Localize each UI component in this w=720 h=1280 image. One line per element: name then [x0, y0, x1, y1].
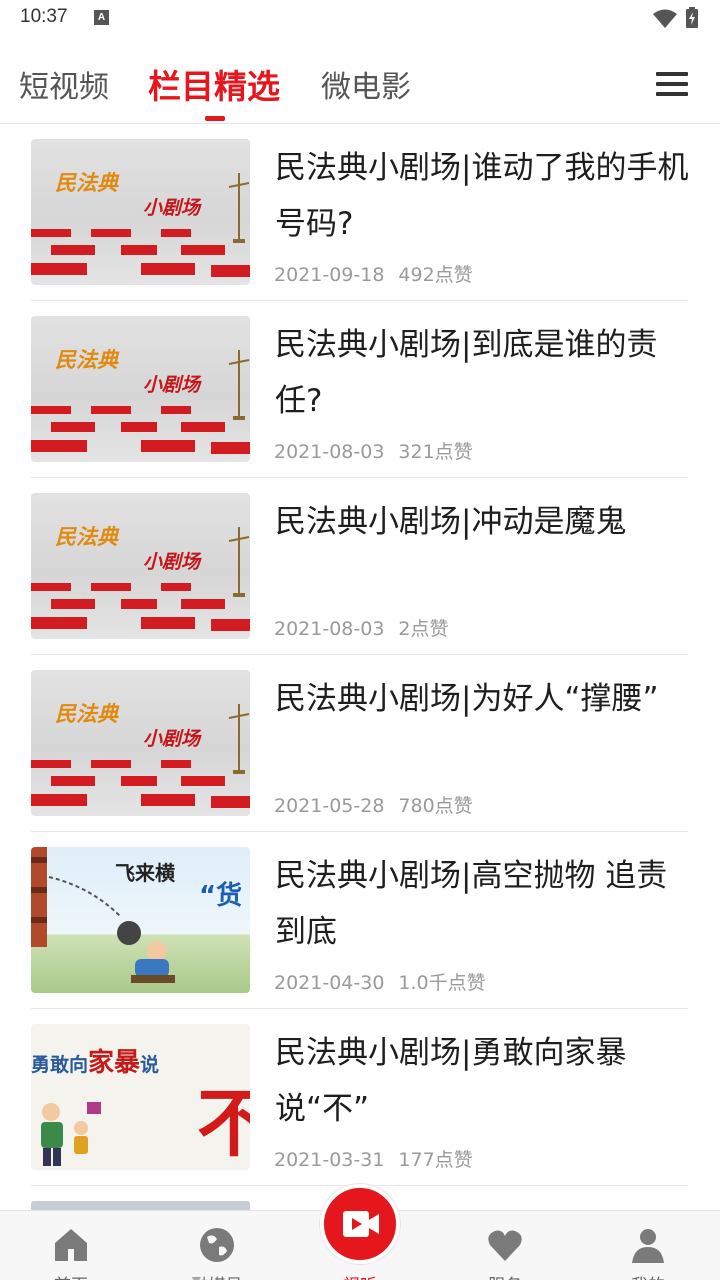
cartoon-illustration [41, 1102, 101, 1166]
thumbnail-text: 民法典 [55, 702, 118, 726]
video-thumbnail[interactable]: 民法典 小剧场 [31, 493, 250, 639]
video-date: 2021-05-28 [274, 795, 385, 817]
list-item[interactable]: 民法典 小剧场 民法典小剧场|冲动是魔鬼 2021-08-03 2点赞 [31, 478, 688, 655]
list-item[interactable]: 勇敢向家暴说 不 民法典小剧场|勇敢向家暴说“不” 2021-03-31 177点… [31, 1009, 688, 1186]
notification-icon: A [94, 10, 109, 25]
video-likes: 1.0千点赞 [398, 972, 486, 994]
video-date: 2021-03-31 [274, 1149, 385, 1171]
list-item[interactable]: 民法典 小剧场 民法典小剧场|谁动了我的手机号码? 2021-09-18 492点… [31, 124, 688, 301]
user-icon [632, 1229, 664, 1263]
video-meta: 2021-03-31 177点赞 [274, 1145, 487, 1172]
active-tab-indicator [205, 116, 225, 121]
video-thumbnail[interactable]: 民法典 小剧场 [31, 316, 250, 462]
nav-label: 融媒号 [162, 1271, 272, 1280]
video-title[interactable]: 民法典小剧场|到底是谁的责任? [275, 317, 693, 429]
video-thumbnail[interactable]: 民法典 小剧场 [31, 670, 250, 816]
video-likes: 492点赞 [398, 264, 473, 286]
video-likes: 2点赞 [398, 618, 449, 640]
video-date: 2021-08-03 [274, 618, 385, 640]
battery-icon [686, 7, 698, 28]
video-date: 2021-08-03 [274, 441, 385, 463]
wifi-icon [653, 9, 677, 28]
video-meta: 2021-04-30 1.0千点赞 [274, 968, 500, 995]
nav-label: 服务 [450, 1271, 560, 1280]
video-likes: 321点赞 [398, 441, 473, 463]
thumbnail-text: 小剧场 [143, 728, 201, 750]
nav-label: 视听 [305, 1271, 415, 1280]
menu-icon[interactable] [652, 68, 694, 104]
nav-label: 我的 [593, 1271, 703, 1280]
list-item[interactable]: 民法典 小剧场 民法典小剧场|为好人“撑腰” 2021-05-28 780点赞 [31, 655, 688, 832]
nav-label: 首页 [16, 1271, 126, 1280]
thumbnail-text: 小剧场 [143, 197, 201, 219]
video-title[interactable]: 民法典小剧场|谁动了我的手机号码? [275, 140, 693, 252]
video-likes: 780点赞 [398, 795, 473, 817]
video-play-button[interactable] [320, 1184, 400, 1264]
status-time: 10:37 [20, 6, 68, 27]
video-meta: 2021-09-18 492点赞 [274, 260, 487, 287]
nav-service[interactable]: 服务 [450, 1211, 560, 1280]
category-tab-bar: 短视频 栏目精选 微电影 [0, 50, 720, 124]
video-thumbnail[interactable] [31, 1201, 250, 1210]
list-item[interactable]: 飞来横 “货 民法典小剧场|高空抛物 追责到底 2021-04-30 1.0千点赞 [31, 832, 688, 1009]
video-title[interactable]: 民法典小剧场|冲动是魔鬼 [275, 494, 693, 550]
globe-icon [200, 1228, 234, 1262]
thumbnail-text: 小剧场 [143, 551, 201, 573]
video-thumbnail[interactable]: 飞来横 “货 [31, 847, 250, 993]
video-meta: 2021-05-28 780点赞 [274, 791, 487, 818]
video-meta: 2021-08-03 2点赞 [274, 614, 463, 641]
video-title[interactable]: 民法典小剧场|高空抛物 追责到底 [275, 848, 693, 960]
status-bar: 10:37 A [0, 0, 720, 38]
video-thumbnail[interactable]: 勇敢向家暴说 不 [31, 1024, 250, 1170]
nav-home[interactable]: 首页 [16, 1211, 126, 1280]
tab-short-video[interactable]: 短视频 [19, 62, 109, 106]
home-icon [55, 1229, 87, 1261]
heart-icon [488, 1230, 522, 1261]
list-item[interactable]: 民法典 小剧场 民法典小剧场|到底是谁的责任? 2021-08-03 321点赞 [31, 301, 688, 478]
video-date: 2021-09-18 [274, 264, 385, 286]
cartoon-illustration [31, 847, 175, 983]
thumbnail-text: 民法典 [55, 171, 118, 195]
video-title[interactable]: 民法典小剧场|勇敢向家暴说“不” [275, 1025, 693, 1137]
thumbnail-text: 小剧场 [143, 374, 201, 396]
video-likes: 177点赞 [398, 1149, 473, 1171]
tab-micro-film[interactable]: 微电影 [321, 62, 411, 106]
thumbnail-text: 民法典 [55, 348, 118, 372]
tab-column-selection[interactable]: 栏目精选 [148, 60, 280, 108]
video-play-icon [343, 1211, 379, 1237]
video-date: 2021-04-30 [274, 972, 385, 994]
video-meta: 2021-08-03 321点赞 [274, 437, 487, 464]
video-title[interactable]: 民法典小剧场|为好人“撑腰” [275, 671, 693, 727]
nav-profile[interactable]: 我的 [593, 1211, 703, 1280]
video-thumbnail[interactable]: 民法典 小剧场 [31, 139, 250, 285]
thumbnail-text: 民法典 [55, 525, 118, 549]
nav-media[interactable]: 融媒号 [162, 1211, 272, 1280]
